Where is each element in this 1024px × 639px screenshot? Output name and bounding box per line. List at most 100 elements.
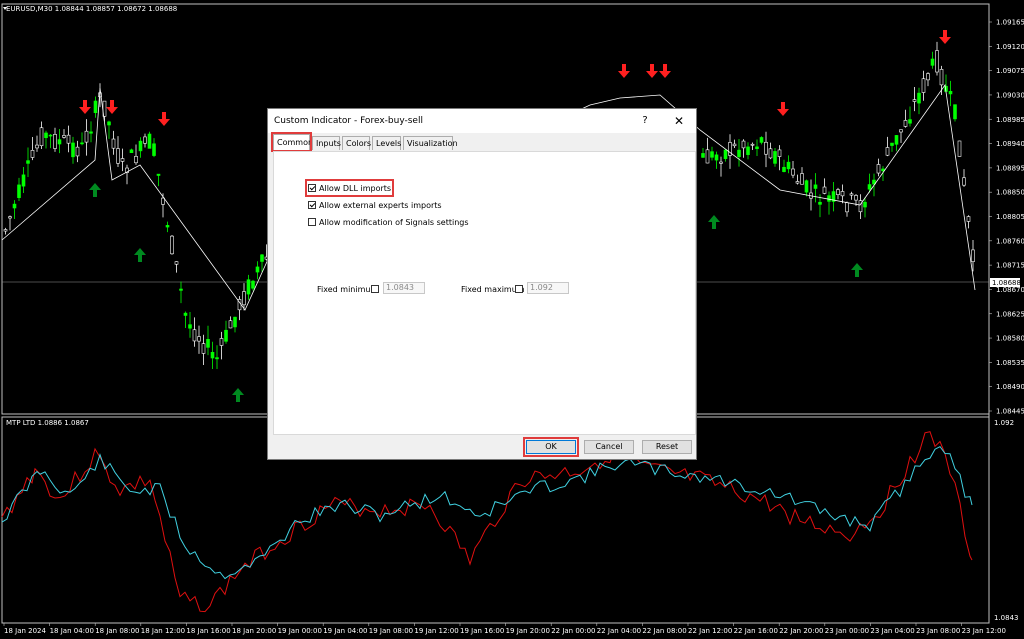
candle-body xyxy=(957,140,962,157)
fixed-minimum-checkbox[interactable] xyxy=(371,285,379,293)
candle-body xyxy=(705,149,710,164)
allow-signals-row[interactable]: Allow modification of Signals settings xyxy=(308,216,469,228)
candle-body xyxy=(188,324,192,329)
candle-body xyxy=(908,119,912,124)
reset-button[interactable]: Reset xyxy=(642,440,692,454)
candle-body xyxy=(804,180,809,193)
candle-body xyxy=(849,193,854,196)
help-button[interactable]: ? xyxy=(634,112,656,130)
tab-common[interactable]: Common xyxy=(271,132,313,152)
candle-body xyxy=(138,140,143,152)
time-tick: 18 Jan 2024 xyxy=(4,627,47,635)
allow-experts-checkbox[interactable] xyxy=(308,201,316,209)
candle-body xyxy=(66,134,71,144)
candle-body xyxy=(143,136,147,144)
candle-body xyxy=(233,316,237,328)
candle-body xyxy=(791,168,795,176)
fixed-maximum-checkbox[interactable] xyxy=(515,285,523,293)
price-tick: 1.08760 xyxy=(996,237,1024,245)
candle-body xyxy=(840,191,845,197)
candle-body xyxy=(768,148,773,159)
candle-body xyxy=(62,135,66,138)
price-tick: 1.09075 xyxy=(996,67,1024,75)
candle-body xyxy=(971,249,975,262)
candle-body xyxy=(750,143,755,146)
candle-body xyxy=(206,339,210,348)
candle-body xyxy=(201,343,206,354)
time-tick: 23 Jan 00:00 xyxy=(825,627,869,635)
candle-body xyxy=(147,133,152,149)
tab-colors[interactable]: Colors xyxy=(342,136,371,150)
time-tick: 18 Jan 04:00 xyxy=(50,627,94,635)
candle-body xyxy=(926,73,930,81)
price-tick: 1.08625 xyxy=(996,310,1024,318)
common-tab-panel: Allow DLL imports Allow external experts… xyxy=(273,151,696,435)
candle-body xyxy=(71,142,75,158)
candle-body xyxy=(903,120,908,127)
candle-body xyxy=(120,158,125,162)
dialog-titlebar[interactable]: Custom Indicator - Forex-buy-sell ? ✕ xyxy=(268,109,696,133)
price-tick: 1.08940 xyxy=(996,140,1024,148)
ok-button[interactable]: OK xyxy=(523,437,579,457)
candle-body xyxy=(777,149,782,157)
candle-body xyxy=(800,173,804,185)
candle-body xyxy=(156,173,161,176)
candle-body xyxy=(107,121,111,126)
candle-body xyxy=(89,131,93,134)
candle-body xyxy=(228,320,233,329)
allow-experts-row[interactable]: Allow external experts imports xyxy=(308,199,442,211)
time-tick: 23 Jan 08:00 xyxy=(916,627,960,635)
candle-body xyxy=(863,201,867,208)
candle-body xyxy=(210,351,215,359)
candle-body xyxy=(8,216,12,219)
time-tick: 23 Jan 12:00 xyxy=(962,627,1006,635)
candle-body xyxy=(44,132,48,139)
allow-dll-row[interactable]: Allow DLL imports xyxy=(304,179,395,197)
candle-body xyxy=(3,229,8,232)
candle-body xyxy=(737,149,741,158)
indicator-min-tick: 1.0843 xyxy=(994,614,1019,622)
candle-body xyxy=(48,134,53,137)
candle-body xyxy=(786,161,791,170)
candle-body xyxy=(710,151,714,158)
candle-body xyxy=(116,148,120,164)
price-tick: 1.08490 xyxy=(996,383,1024,391)
candle-body xyxy=(75,146,80,157)
allow-dll-checkbox[interactable] xyxy=(308,184,316,192)
allow-signals-checkbox[interactable] xyxy=(308,218,316,226)
tab-levels[interactable]: Levels xyxy=(372,136,401,150)
candle-body xyxy=(867,184,872,190)
candle-body xyxy=(885,147,890,156)
candle-body xyxy=(21,174,26,187)
candle-body xyxy=(701,153,705,158)
time-tick: 18 Jan 12:00 xyxy=(141,627,185,635)
close-button[interactable]: ✕ xyxy=(668,112,690,130)
time-tick: 22 Jan 16:00 xyxy=(734,627,778,635)
current-price-label: 1.08688 xyxy=(992,279,1021,287)
time-tick: 19 Jan 20:00 xyxy=(506,627,550,635)
candle-body xyxy=(966,216,971,222)
candle-body xyxy=(93,100,98,113)
fixed-maximum-input[interactable]: 1.092 xyxy=(527,282,569,294)
tab-visualization[interactable]: Visualization xyxy=(403,136,458,150)
fixed-minimum-input[interactable]: 1.0843 xyxy=(383,282,425,294)
cancel-button[interactable]: Cancel xyxy=(584,440,634,454)
custom-indicator-dialog: Custom Indicator - Forex-buy-sell ? ✕ Co… xyxy=(267,108,697,460)
time-tick: 19 Jan 16:00 xyxy=(460,627,504,635)
candle-body xyxy=(836,189,840,195)
candle-body xyxy=(39,127,44,146)
candle-body xyxy=(822,186,827,194)
candle-body xyxy=(197,336,201,342)
candle-body xyxy=(890,142,894,146)
candle-body xyxy=(152,143,156,156)
candle-body xyxy=(714,154,719,161)
price-tick: 1.08985 xyxy=(996,116,1024,124)
candle-body xyxy=(219,338,224,346)
candle-body xyxy=(854,195,858,201)
candle-body xyxy=(30,150,35,158)
price-tick: 1.08850 xyxy=(996,189,1024,197)
candle-body xyxy=(732,143,737,147)
tab-inputs[interactable]: Inputs xyxy=(312,136,341,150)
chart-info: EURUSD,M30 1.08844 1.08857 1.08672 1.086… xyxy=(6,5,177,13)
candle-body xyxy=(242,291,246,306)
